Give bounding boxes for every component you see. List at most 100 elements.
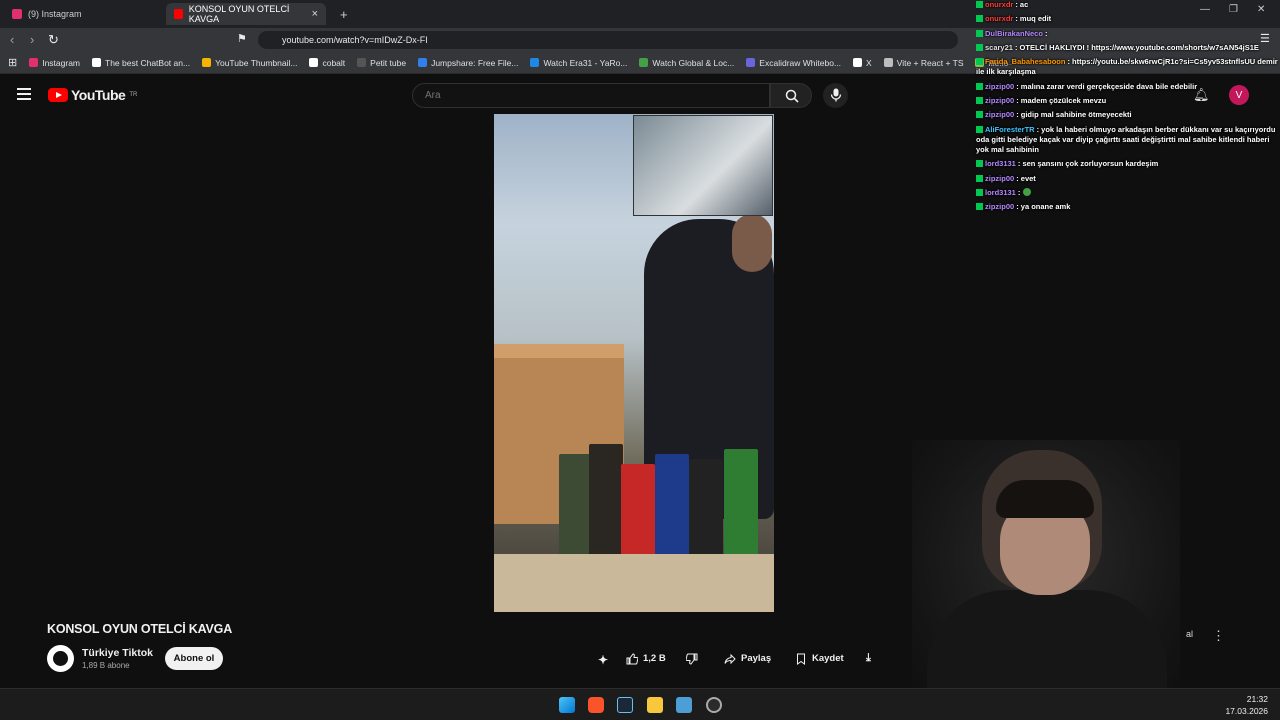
media-app-icon[interactable] bbox=[676, 697, 692, 713]
brave-browser-icon[interactable] bbox=[588, 697, 604, 713]
search-button[interactable] bbox=[770, 83, 812, 108]
bookmark-label: Watch Era31 - YaRo... bbox=[543, 57, 628, 68]
download-icon: ⤓ bbox=[866, 652, 871, 664]
bookmark-item[interactable]: Excalidraw Whitebo... bbox=[746, 58, 841, 68]
bookmark-item[interactable]: Vite + React + TS bbox=[883, 57, 964, 68]
bookmark-label: X bbox=[866, 57, 872, 68]
chat-badge-icon bbox=[976, 15, 983, 23]
taskbar-date[interactable]: 17.03.2026 bbox=[1225, 706, 1268, 716]
chat-badge-icon bbox=[976, 58, 983, 66]
bookmark-item[interactable]: Instagram bbox=[29, 58, 80, 68]
chat-badge-icon bbox=[976, 111, 983, 119]
chat-badge-icon bbox=[976, 174, 983, 182]
bookmark-item[interactable]: Jumpshare: Free File... bbox=[418, 58, 518, 68]
chat-badge-icon bbox=[976, 160, 983, 168]
back-icon[interactable]: ‹ bbox=[10, 32, 14, 47]
chat-message: scary21: OTELCİ HAKLIYDI ! https://www.y… bbox=[976, 43, 1280, 53]
hamburger-menu-icon[interactable] bbox=[17, 88, 31, 100]
chat-username: scary21 bbox=[985, 42, 1013, 52]
video-title: KONSOL OYUN OTELCİ KAVGA bbox=[47, 622, 233, 636]
subscribe-button[interactable]: Abone ol bbox=[165, 647, 223, 670]
more-options-icon[interactable]: ⋮ bbox=[1212, 628, 1225, 644]
bookmark-label: The best ChatBot an... bbox=[105, 57, 191, 68]
bookmark-icon[interactable]: ⚑ bbox=[237, 32, 247, 45]
like-button[interactable]: 1,2 B bbox=[626, 647, 666, 670]
bookmark-item[interactable]: X bbox=[853, 58, 872, 68]
bookmark-label: Vite + React + TS bbox=[896, 57, 964, 68]
bookmark-label: cobalt bbox=[322, 57, 346, 68]
close-tab-icon[interactable]: × bbox=[312, 8, 318, 20]
obs-icon[interactable] bbox=[706, 697, 722, 713]
tiktok-icon bbox=[53, 651, 68, 666]
windows-start-icon[interactable] bbox=[559, 697, 575, 713]
chat-badge-icon bbox=[976, 43, 983, 51]
new-tab-button[interactable]: + bbox=[332, 3, 356, 25]
logo-region: TR bbox=[129, 92, 138, 98]
download-button[interactable]: ⤓ bbox=[866, 647, 871, 670]
chat-username: lord3131 bbox=[985, 187, 1016, 197]
bookmark-item[interactable]: cobalt bbox=[309, 58, 345, 68]
bookmark-item[interactable]: YouTube Thumbnail... bbox=[202, 58, 297, 68]
url-field[interactable]: youtube.com/watch?v=mIDwZ-Dx-FI bbox=[258, 31, 958, 49]
channel-name[interactable]: Türkiye Tiktok bbox=[82, 647, 153, 659]
bookmark-save-icon bbox=[797, 653, 805, 665]
share-icon bbox=[724, 653, 736, 664]
streamer-webcam bbox=[912, 440, 1180, 700]
video-frame-head bbox=[732, 214, 772, 272]
video-frame-shelf bbox=[494, 554, 774, 612]
chat-badge-icon bbox=[976, 203, 983, 211]
steam-icon[interactable] bbox=[617, 697, 633, 713]
voice-search-button[interactable] bbox=[823, 83, 848, 108]
era31-icon bbox=[530, 58, 540, 67]
tab-youtube[interactable]: KONSOL OYUN OTELCİ KAVGA × bbox=[166, 3, 326, 25]
youtube-logo[interactable]: YouTube TR bbox=[48, 87, 137, 103]
taskbar-time[interactable]: 21:32 bbox=[1247, 694, 1268, 704]
apps-icon[interactable]: ⊞ bbox=[8, 56, 17, 69]
bookmark-label: Watch Global & Loc... bbox=[652, 57, 735, 68]
forward-icon[interactable]: › bbox=[30, 32, 34, 47]
thumbs-down-icon bbox=[686, 653, 698, 665]
chat-message: lord3131: sen şansını çok zorluyorsun ka… bbox=[976, 159, 1280, 169]
chat-message: zipzip00: madem çözülcek mevzu bbox=[976, 96, 1280, 106]
bookmark-label: YouTube Thumbnail... bbox=[215, 57, 298, 68]
file-explorer-icon[interactable] bbox=[647, 697, 663, 713]
bookmark-label: Instagram bbox=[42, 57, 81, 68]
petittube-icon bbox=[357, 58, 367, 67]
chat-message: onurxdr: ac bbox=[976, 0, 1280, 10]
chat-text: : bbox=[1044, 28, 1048, 38]
chat-username: Farida_Babahesaboon bbox=[985, 57, 1066, 67]
chat-text: : gidip mal sahibine ötmeyecekti bbox=[1016, 110, 1132, 120]
bookmark-item[interactable]: Watch Global & Loc... bbox=[639, 58, 734, 68]
reload-icon[interactable]: ↻ bbox=[48, 32, 59, 48]
bookmark-item[interactable]: The best ChatBot an... bbox=[92, 58, 190, 68]
video-frame-games bbox=[559, 434, 774, 564]
bookmark-label: Excalidraw Whitebo... bbox=[759, 57, 842, 68]
chat-username: zipzip00 bbox=[985, 96, 1015, 105]
bookmark-item[interactable]: Petit tube bbox=[357, 58, 406, 68]
share-button[interactable]: Paylaş bbox=[724, 647, 771, 670]
channel-avatar[interactable] bbox=[47, 645, 74, 672]
webcam-body bbox=[927, 590, 1167, 700]
tab-label: (9) Instagram bbox=[28, 9, 82, 19]
tab-instagram[interactable]: (9) Instagram bbox=[4, 3, 166, 25]
chat-username: zipzip00 bbox=[985, 173, 1015, 183]
youtube-icon bbox=[174, 9, 183, 19]
instagram-icon bbox=[12, 9, 22, 19]
save-button[interactable]: Kaydet bbox=[795, 647, 844, 670]
chat-text: : OTELCİ HAKLIYDI ! https://www.youtube.… bbox=[1014, 42, 1259, 52]
chatbot-icon bbox=[92, 58, 102, 67]
ai-sparkle-button[interactable]: ✦ bbox=[598, 647, 610, 670]
search-input[interactable] bbox=[412, 83, 770, 108]
video-player[interactable] bbox=[494, 114, 774, 612]
bookmark-item[interactable]: Watch Era31 - YaRo... bbox=[530, 58, 627, 68]
chat-username: onurxdr bbox=[985, 14, 1014, 24]
sparkle-icon: ✦ bbox=[598, 652, 609, 667]
chat-message: Farida_Babahesaboon: https://youtu.be/sk… bbox=[976, 57, 1280, 77]
dislike-button[interactable] bbox=[686, 647, 698, 670]
windows-taskbar: 21:32 17.03.2026 bbox=[0, 688, 1280, 720]
webcam-hair bbox=[996, 480, 1094, 518]
bookmark-label: Petit tube bbox=[370, 57, 407, 68]
chat-text: : malına zarar verdi gerçekçeside dava b… bbox=[1016, 81, 1198, 91]
jumpshare-icon bbox=[418, 58, 428, 67]
chat-username: zipzip00 bbox=[985, 202, 1015, 212]
